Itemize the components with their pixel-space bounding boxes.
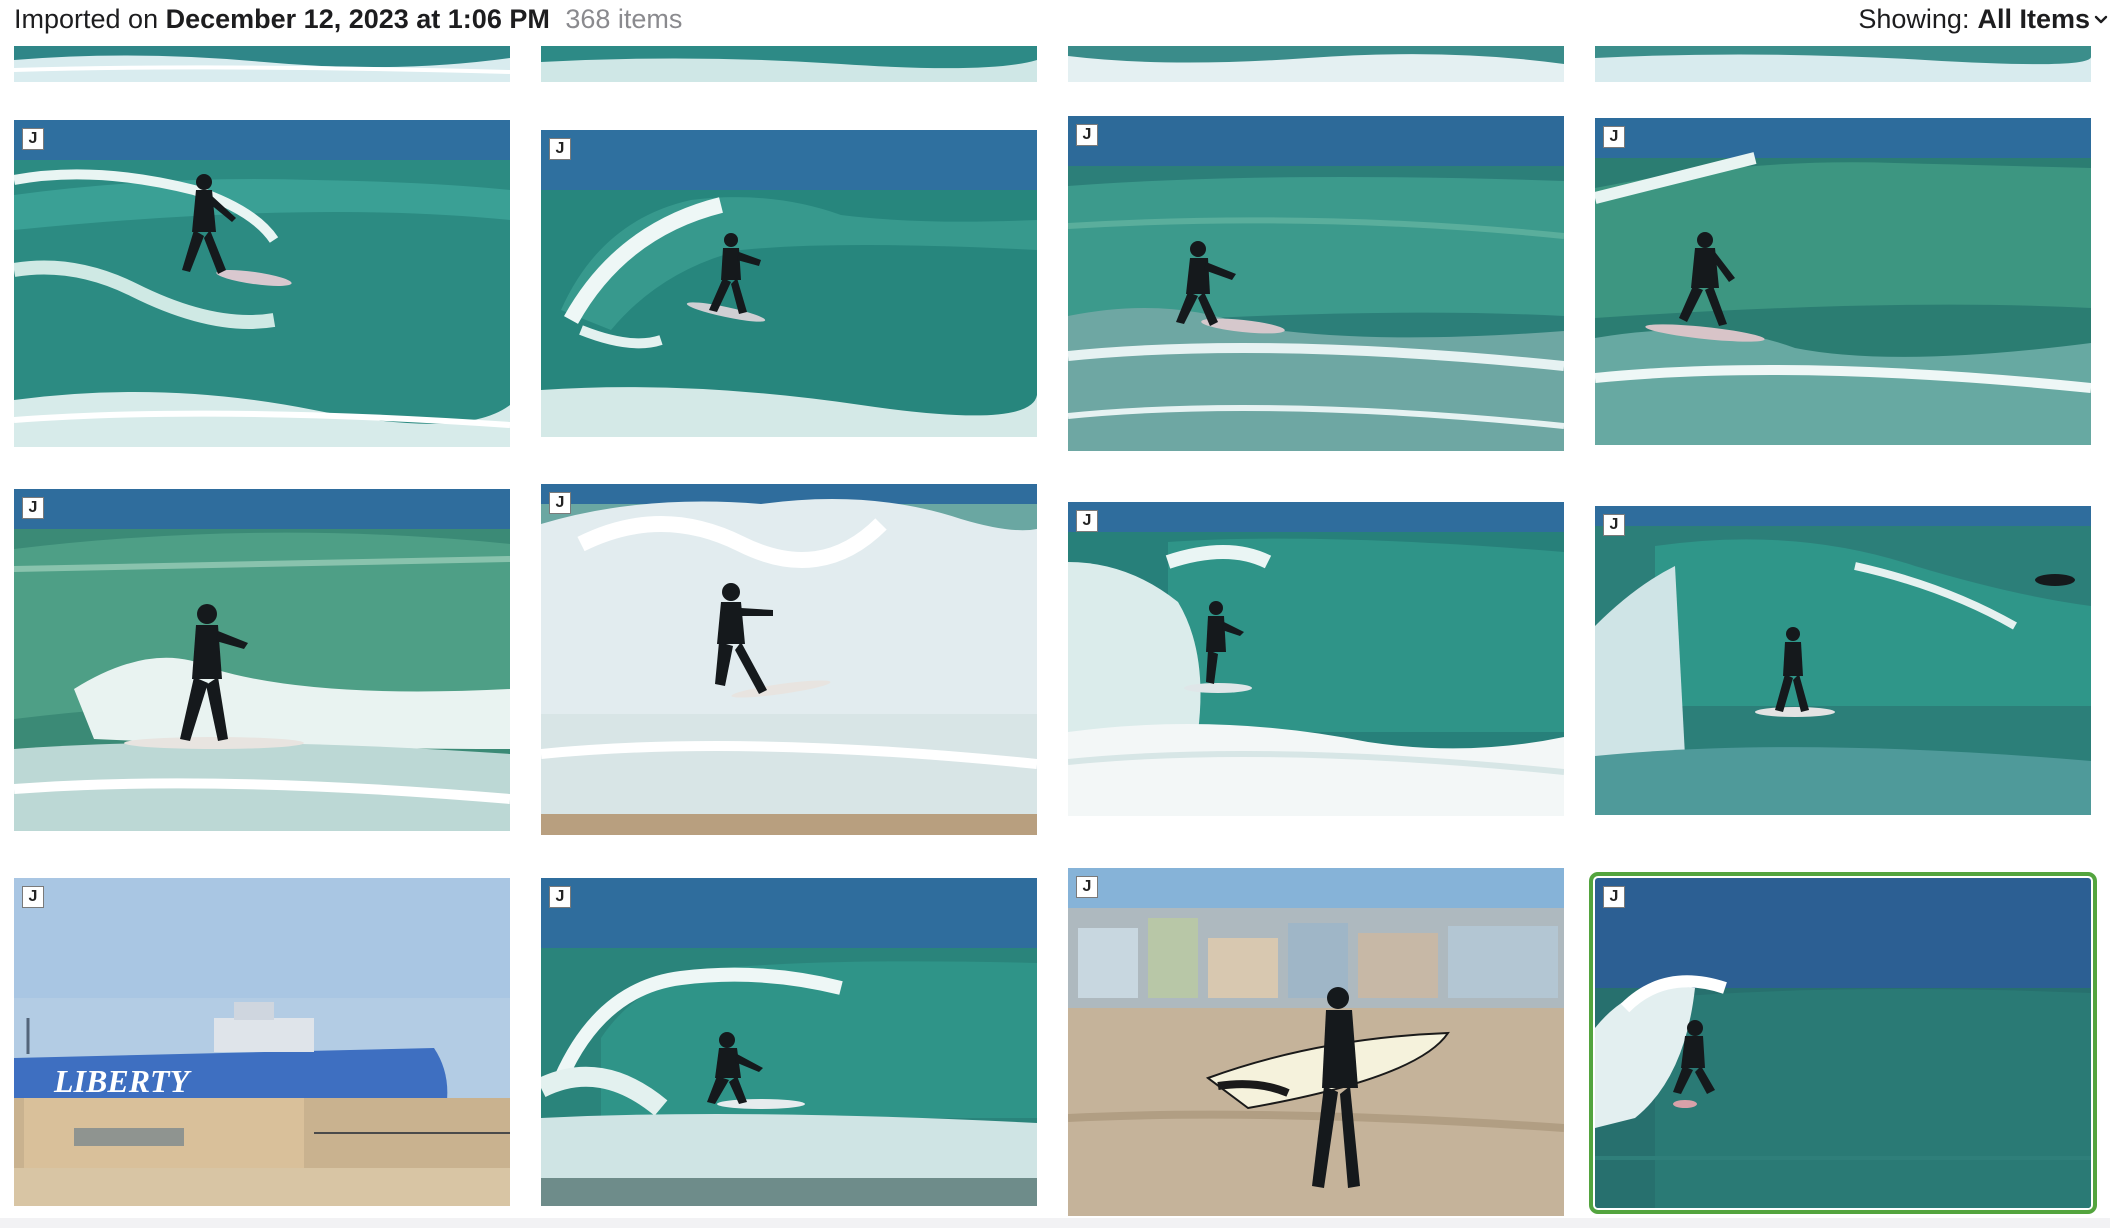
svg-text:LIBERTY: LIBERTY xyxy=(53,1063,192,1099)
photo-grid: J J J J J J J J LIBERTY J J J J xyxy=(0,0,2110,1228)
photo-thumbnail[interactable]: J xyxy=(1068,868,1564,1216)
photo-thumbnail[interactable] xyxy=(14,46,510,82)
photo-thumbnail[interactable]: J xyxy=(541,130,1037,437)
jpeg-badge: J xyxy=(549,886,571,908)
showing-filter[interactable]: Showing: All Items xyxy=(1858,4,2110,35)
chevron-down-icon[interactable] xyxy=(2094,13,2108,27)
photo-thumbnail[interactable]: J xyxy=(14,120,510,447)
jpeg-badge: J xyxy=(22,128,44,150)
photo-thumbnail[interactable]: J xyxy=(14,489,510,831)
import-date: December 12, 2023 at 1:06 PM xyxy=(165,4,550,34)
photo-thumbnail[interactable]: J xyxy=(1595,506,2091,815)
showing-value[interactable]: All Items xyxy=(1977,4,2090,35)
photo-thumbnail[interactable]: J xyxy=(1595,118,2091,445)
jpeg-badge: J xyxy=(1603,126,1625,148)
jpeg-badge: J xyxy=(1603,886,1625,908)
jpeg-badge: J xyxy=(22,886,44,908)
jpeg-badge: J xyxy=(1076,124,1098,146)
jpeg-badge: J xyxy=(549,138,571,160)
grid-bottom-edge xyxy=(0,1218,2110,1228)
jpeg-badge: J xyxy=(22,497,44,519)
import-header: Imported on December 12, 2023 at 1:06 PM… xyxy=(0,0,2110,40)
jpeg-badge: J xyxy=(1076,876,1098,898)
photo-thumbnail-selected[interactable]: J xyxy=(1589,872,2097,1214)
photo-thumbnail[interactable]: LIBERTY J xyxy=(14,878,510,1206)
import-info: Imported on December 12, 2023 at 1:06 PM… xyxy=(14,4,682,35)
photo-thumbnail[interactable] xyxy=(1068,46,1564,82)
showing-label: Showing: xyxy=(1858,4,1970,34)
photo-thumbnail[interactable] xyxy=(541,46,1037,82)
photo-thumbnail[interactable]: J xyxy=(1068,502,1564,816)
photo-thumbnail[interactable] xyxy=(1595,46,2091,82)
photo-thumbnail[interactable]: J xyxy=(541,484,1037,835)
import-prefix: Imported on xyxy=(14,4,159,34)
jpeg-badge: J xyxy=(1603,514,1625,536)
jpeg-badge: J xyxy=(1076,510,1098,532)
photo-thumbnail[interactable]: J xyxy=(541,878,1037,1206)
photo-thumbnail[interactable]: J xyxy=(1068,116,1564,451)
jpeg-badge: J xyxy=(549,492,571,514)
item-count: 368 items xyxy=(565,4,683,34)
